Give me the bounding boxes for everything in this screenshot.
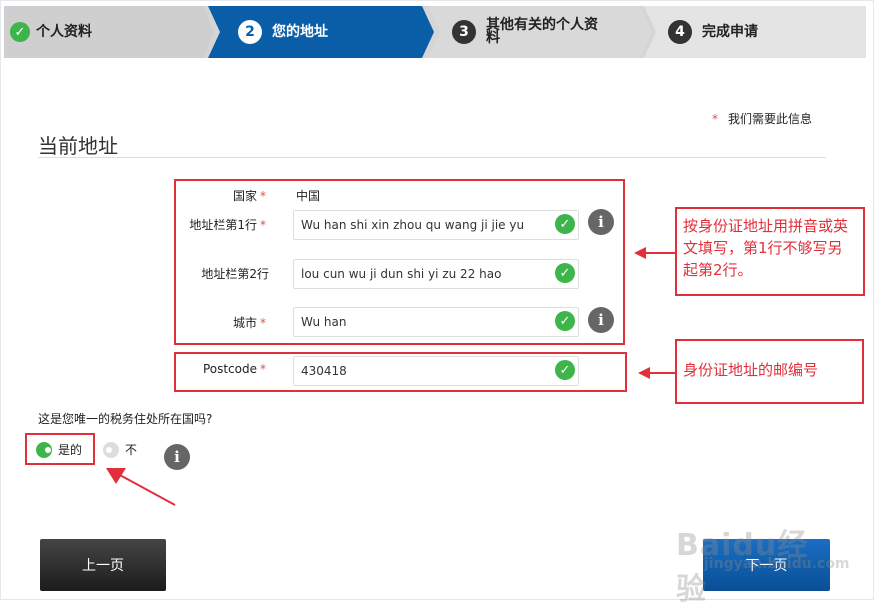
step-other-info[interactable]: 3 其他有关的个人资料 xyxy=(428,6,652,58)
radio-annotation-arrow xyxy=(106,468,176,506)
postcode-annotation: 身份证地址的邮编号 xyxy=(675,339,864,404)
radio-yes[interactable]: 是的 xyxy=(36,441,82,458)
step-personal-info[interactable]: ✓ 个人资料 xyxy=(4,6,214,58)
step-complete[interactable]: 4 完成申请 xyxy=(644,6,866,58)
city-label: 城市 * xyxy=(232,316,266,330)
step-label: 个人资料 xyxy=(36,24,92,40)
valid-check-icon: ✓ xyxy=(555,214,575,234)
postcode-label: Postcode * xyxy=(202,362,266,376)
address-line2-input[interactable]: lou cun wu ji dun shi yi zu 22 hao xyxy=(293,259,579,289)
annotation-arrow-head xyxy=(638,367,650,379)
annotation-arrow-line xyxy=(646,252,676,254)
city-input[interactable]: Wu han xyxy=(293,307,579,337)
radio-no[interactable]: 不 xyxy=(103,441,137,458)
postcode-input[interactable]: 430418 xyxy=(293,356,579,386)
address-line1-label: 地址栏第1行 * xyxy=(189,218,266,232)
tax-residency-question: 这是您唯一的税务住处所在国吗? xyxy=(38,412,213,426)
step-number: 2 xyxy=(238,20,262,44)
step-number: 3 xyxy=(452,20,476,44)
country-label: 国家 * xyxy=(232,189,266,203)
step-your-address[interactable]: 2 您的地址 xyxy=(208,6,434,58)
address-line1-input[interactable]: Wu han shi xin zhou qu wang ji jie yu xyxy=(293,210,579,240)
required-note: * 我们需要此信息 xyxy=(712,110,812,127)
step-number: 4 xyxy=(668,20,692,44)
country-value: 中国 xyxy=(296,189,321,203)
section-divider xyxy=(38,157,826,158)
section-title: 当前地址 xyxy=(38,134,118,158)
valid-check-icon: ✓ xyxy=(555,263,575,283)
prev-page-button[interactable]: 上一页 xyxy=(40,539,166,591)
step-label: 您的地址 xyxy=(272,24,328,40)
info-icon[interactable]: i xyxy=(588,209,614,235)
required-note-text: 我们需要此信息 xyxy=(728,112,813,126)
step-label: 完成申请 xyxy=(702,24,758,40)
annotation-arrow-head xyxy=(634,247,646,259)
annotation-arrow-line xyxy=(650,372,676,374)
valid-check-icon: ✓ xyxy=(555,311,575,331)
required-star: * xyxy=(712,112,718,126)
valid-check-icon: ✓ xyxy=(555,360,575,380)
info-icon[interactable]: i xyxy=(588,307,614,333)
address-annotation: 按身份证地址用拼音或英文填写，第1行不够写另起第2行。 xyxy=(675,207,865,296)
radio-off-icon xyxy=(103,441,119,458)
step-label: 其他有关的个人资料 xyxy=(486,17,598,46)
progress-steps: ✓ 个人资料 2 您的地址 3 其他有关的个人资料 4 完成申请 xyxy=(4,6,866,58)
step-done-check-icon: ✓ xyxy=(10,22,30,42)
address-line2-label: 地址栏第2行 xyxy=(201,267,269,281)
watermark-logo: Baidu经验 jingyan.baidu.com xyxy=(676,528,850,607)
radio-on-icon xyxy=(36,441,52,458)
